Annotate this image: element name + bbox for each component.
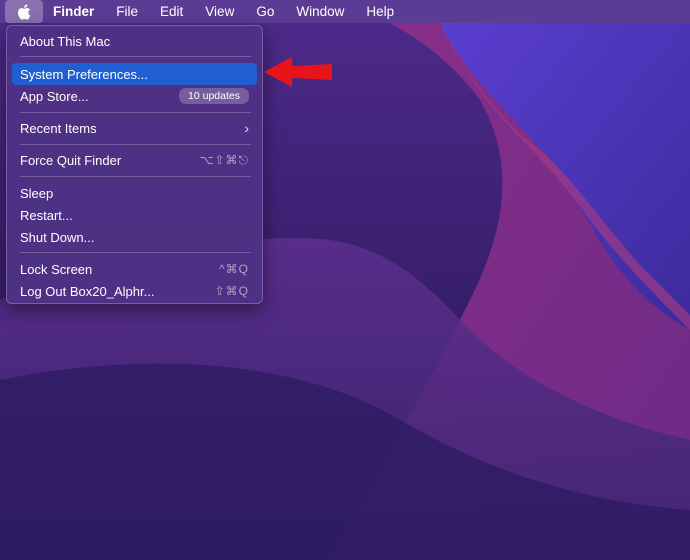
menu-item-label: Shut Down... (20, 229, 95, 245)
menu-item-app-store[interactable]: App Store... 10 updates (12, 85, 257, 107)
menu-item-label: Lock Screen (20, 261, 93, 277)
apple-logo-icon (17, 3, 31, 20)
menu-item-restart[interactable]: Restart... (12, 204, 257, 226)
menu-separator (20, 56, 251, 57)
menu-item-shut-down[interactable]: Shut Down... (12, 226, 257, 248)
menu-item-label: Recent Items (20, 120, 97, 136)
menu-item-label: Force Quit Finder (20, 152, 122, 168)
chevron-right-icon: › (244, 120, 249, 136)
menu-item-system-preferences[interactable]: System Preferences... (12, 63, 257, 85)
menu-go[interactable]: Go (245, 0, 285, 23)
menu-separator (20, 176, 251, 177)
red-arrow-icon (264, 57, 332, 87)
menu-item-lock-screen[interactable]: Lock Screen ^⌘Q (12, 258, 257, 280)
menu-bar: Finder File Edit View Go Window Help (0, 0, 690, 23)
menu-item-recent-items[interactable]: Recent Items › (12, 117, 257, 139)
menu-separator (20, 112, 251, 113)
menu-item-label: About This Mac (20, 33, 111, 49)
menu-item-force-quit[interactable]: Force Quit Finder ⌥⇧⌘⎋ (12, 149, 257, 171)
keyboard-shortcut: ⌥⇧⌘⎋ (199, 152, 249, 167)
menu-view[interactable]: View (194, 0, 245, 23)
menu-item-label: Restart... (20, 207, 73, 223)
menu-file[interactable]: File (105, 0, 149, 23)
menu-item-about-this-mac[interactable]: About This Mac (12, 30, 257, 52)
menu-item-log-out[interactable]: Log Out Box20_Alphr... ⇧⌘Q (12, 280, 257, 302)
menu-item-label: App Store... (20, 88, 89, 104)
keyboard-shortcut: ^⌘Q (219, 262, 249, 276)
menu-separator (20, 252, 251, 253)
apple-menu-button[interactable] (5, 0, 43, 23)
menu-edit[interactable]: Edit (149, 0, 194, 23)
menu-separator (20, 144, 251, 145)
menu-item-sleep[interactable]: Sleep (12, 182, 257, 204)
menu-item-label: System Preferences... (20, 66, 148, 82)
menu-item-label: Log Out Box20_Alphr... (20, 283, 155, 299)
keyboard-shortcut: ⇧⌘Q (214, 284, 249, 298)
menu-window[interactable]: Window (285, 0, 355, 23)
menu-finder[interactable]: Finder (43, 0, 105, 23)
menu-item-label: Sleep (20, 185, 54, 201)
apple-dropdown-menu: About This Mac System Preferences... App… (6, 25, 263, 304)
updates-badge: 10 updates (179, 88, 249, 104)
menu-help[interactable]: Help (355, 0, 405, 23)
